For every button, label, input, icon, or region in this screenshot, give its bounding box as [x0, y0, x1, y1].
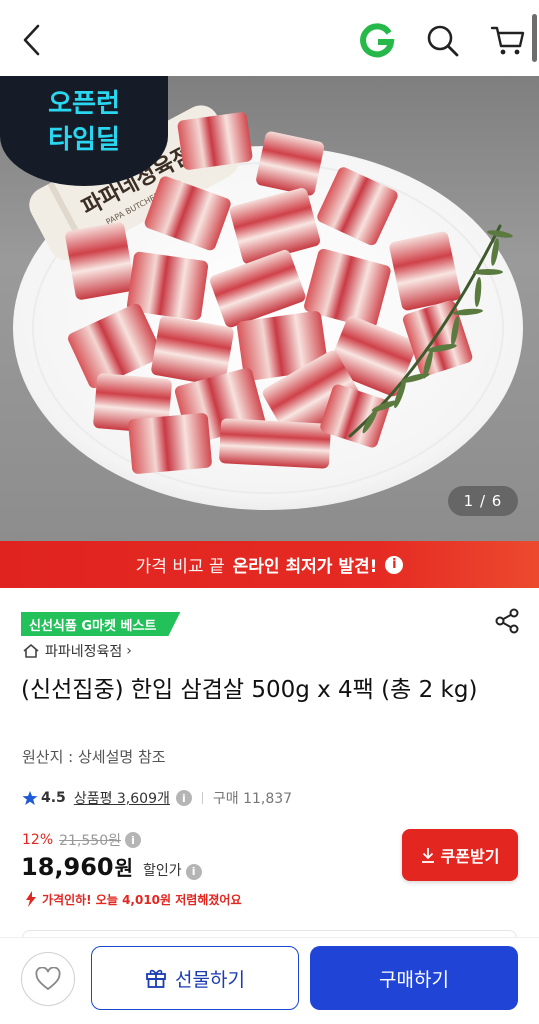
price-drop-notice: 가격인하! 오늘 4,010원 저렴해졌어요 — [22, 890, 241, 908]
search-button[interactable] — [424, 22, 462, 60]
gift-icon — [146, 969, 166, 988]
star-icon — [22, 791, 38, 805]
coupon-label: 쿠폰받기 — [440, 847, 500, 866]
product-title: (신선집중) 한입 삼겹살 500g x 4팩 (총 2 kg) — [21, 677, 478, 703]
price-drop-text: 가격인하! 오늘 4,010원 저렴해졌어요 — [42, 892, 242, 907]
purchase-count: 구매 11,837 — [212, 791, 293, 807]
search-icon — [427, 25, 459, 57]
banner-text-strong: 온라인 최저가 발견! — [232, 557, 378, 577]
rating-score: 4.5 — [41, 790, 66, 806]
coupon-download-button[interactable]: 쿠폰받기 — [402, 829, 518, 881]
sale-price-info-icon[interactable]: i — [185, 863, 202, 880]
gift-label: 선물하기 — [175, 968, 245, 991]
sale-price-unit: 원 — [114, 856, 134, 880]
original-price-info-icon[interactable]: i — [125, 832, 142, 848]
back-button[interactable] — [14, 22, 50, 58]
top-header — [0, 0, 539, 76]
origin-info: 원산지 : 상세설명 참조 — [22, 748, 166, 766]
sale-price: 18,960 — [21, 853, 114, 881]
divider — [201, 792, 203, 804]
bottom-action-bar: 선물하기 구매하기 — [0, 937, 539, 1024]
badge-line2-text: 타임딜 — [48, 125, 120, 155]
down-arrow-icon — [26, 891, 36, 907]
sale-price-label: 할인가 — [143, 863, 182, 879]
discount-row: 12% 21,550원 i — [22, 830, 142, 850]
info-icon[interactable]: i — [385, 555, 404, 574]
download-icon — [421, 848, 434, 863]
wishlist-button[interactable] — [21, 952, 75, 1006]
buy-button[interactable]: 구매하기 — [310, 946, 518, 1010]
heart-icon — [35, 967, 61, 991]
banner-text-normal: 가격 비교 끝 — [135, 557, 225, 577]
badge-line1-text: 오픈런 — [48, 89, 120, 119]
cart-button[interactable] — [488, 20, 528, 60]
image-page-counter: 1 / 6 — [448, 486, 518, 516]
product-image-carousel[interactable]: 파파네정육점 PAPA BUTCHER SHOP 오픈런 타임딜 1 / 6 — [0, 76, 539, 541]
lowest-price-banner[interactable]: 가격 비교 끝 온라인 최저가 발견! i — [0, 541, 539, 588]
chevron-left-icon — [23, 24, 40, 56]
store-name: 파파네정육점 — [45, 644, 123, 660]
store-link[interactable]: 파파네정육점 › — [22, 641, 132, 661]
cart-icon — [490, 26, 525, 55]
discount-percent: 12% — [22, 832, 54, 848]
scroll-indicator[interactable] — [532, 14, 537, 62]
chevron-right-icon: › — [126, 643, 132, 659]
review-info-icon[interactable]: i — [175, 790, 192, 806]
review-count-link[interactable]: 상품평 3,609개 — [74, 788, 170, 808]
home-icon — [23, 644, 39, 658]
price-row: 18,960 원 할인가 i — [21, 852, 202, 881]
original-price: 21,550원 — [59, 833, 122, 849]
time-deal-badge: 오픈런 타임딜 — [0, 76, 168, 186]
rating-row: 4.5 상품평 3,609개 i 구매 11,837 — [22, 787, 292, 809]
share-button[interactable] — [492, 606, 522, 636]
gift-button[interactable]: 선물하기 — [91, 946, 299, 1010]
share-icon — [495, 608, 519, 634]
gmarket-logo-button[interactable] — [358, 22, 396, 60]
g-logo-icon — [360, 23, 395, 58]
category-best-badge: 신선식품 G마켓 베스트 — [21, 612, 180, 636]
buy-label: 구매하기 — [379, 968, 449, 991]
